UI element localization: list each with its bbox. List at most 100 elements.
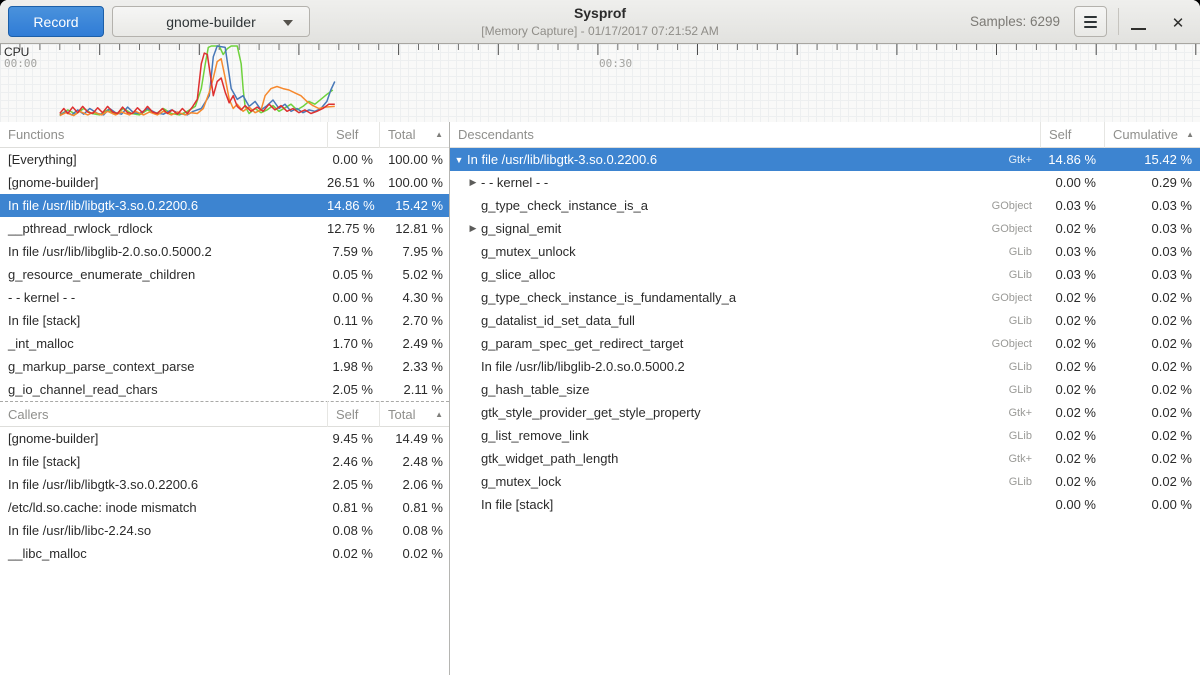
cpu-red-line bbox=[60, 53, 335, 114]
chevron-down-icon bbox=[283, 20, 293, 26]
table-row[interactable]: __pthread_rwlock_rdlock12.75 %12.81 % bbox=[0, 217, 449, 240]
tree-row[interactable]: gtk_widget_path_lengthGtk+0.02 %0.02 % bbox=[450, 447, 1200, 470]
total-value-cell: 2.48 % bbox=[379, 454, 449, 469]
category-badge: GLib bbox=[1009, 430, 1040, 442]
self-value-cell: 0.11 % bbox=[327, 313, 379, 328]
self-column-header[interactable]: Self bbox=[1040, 122, 1104, 148]
tree-row[interactable]: ▶- - kernel - -0.00 %0.29 % bbox=[450, 171, 1200, 194]
table-row[interactable]: g_resource_enumerate_children0.05 %5.02 … bbox=[0, 263, 449, 286]
table-row[interactable]: g_io_channel_read_chars2.05 %2.11 % bbox=[0, 378, 449, 401]
descendant-name-cell: g_signal_emit bbox=[479, 221, 992, 236]
tree-row[interactable]: ▶g_signal_emitGObject0.02 %0.03 % bbox=[450, 217, 1200, 240]
descendant-name-cell: g_type_check_instance_is_a bbox=[479, 198, 992, 213]
record-button[interactable]: Record bbox=[8, 6, 104, 37]
titlebar-titles: Sysprof [Memory Capture] - 01/17/2017 07… bbox=[300, 6, 900, 37]
table-row[interactable]: In file [stack]0.11 %2.70 % bbox=[0, 309, 449, 332]
total-column-header[interactable]: Total ▲ bbox=[379, 122, 449, 148]
caller-name-cell: /etc/ld.so.cache: inode mismatch bbox=[0, 500, 327, 515]
table-row[interactable]: In file /usr/lib/libgtk-3.so.0.2200.614.… bbox=[0, 194, 449, 217]
function-name-cell: g_io_channel_read_chars bbox=[0, 382, 327, 397]
table-row[interactable]: In file /usr/lib/libglib-2.0.so.0.5000.2… bbox=[0, 240, 449, 263]
category-badge: GLib bbox=[1009, 361, 1040, 373]
descendants-column-header[interactable]: Descendants bbox=[450, 122, 1040, 148]
total-column-header[interactable]: Total ▲ bbox=[379, 401, 449, 427]
tree-row[interactable]: g_mutex_unlockGLib0.03 %0.03 % bbox=[450, 240, 1200, 263]
menu-button[interactable] bbox=[1074, 6, 1107, 37]
self-value-cell: 26.51 % bbox=[327, 175, 379, 190]
self-value-cell: 2.05 % bbox=[327, 477, 379, 492]
tree-row[interactable]: g_slice_allocGLib0.03 %0.03 % bbox=[450, 263, 1200, 286]
descendant-name-cell: - - kernel - - bbox=[479, 175, 1032, 190]
self-value-cell: 0.05 % bbox=[327, 267, 379, 282]
functions-column-header[interactable]: Functions bbox=[0, 122, 327, 148]
hamburger-icon bbox=[1084, 16, 1097, 18]
function-name-cell: g_resource_enumerate_children bbox=[0, 267, 327, 282]
table-row[interactable]: [gnome-builder]26.51 %100.00 % bbox=[0, 171, 449, 194]
self-column-header[interactable]: Self bbox=[327, 401, 379, 427]
descendant-name-cell: g_slice_alloc bbox=[479, 267, 1009, 282]
caller-name-cell: [gnome-builder] bbox=[0, 431, 327, 446]
self-value-cell: 0.02 % bbox=[1040, 221, 1104, 236]
functions-list: [Everything]0.00 %100.00 %[gnome-builder… bbox=[0, 148, 449, 401]
self-value-cell: 9.45 % bbox=[327, 431, 379, 446]
total-value-cell: 100.00 % bbox=[379, 152, 449, 167]
tree-row[interactable]: g_type_check_instance_is_aGObject0.03 %0… bbox=[450, 194, 1200, 217]
self-value-cell: 1.70 % bbox=[327, 336, 379, 351]
tree-row[interactable]: g_datalist_id_set_data_fullGLib0.02 %0.0… bbox=[450, 309, 1200, 332]
descendant-name-cell: g_mutex_unlock bbox=[479, 244, 1009, 259]
cumulative-value-cell: 0.02 % bbox=[1104, 290, 1200, 305]
window-subtitle: [Memory Capture] - 01/17/2017 07:21:52 A… bbox=[300, 25, 900, 37]
tree-row[interactable]: g_list_remove_linkGLib0.02 %0.02 % bbox=[450, 424, 1200, 447]
expander-collapsed-icon[interactable]: ▶ bbox=[467, 177, 479, 188]
descendant-name-cell: g_list_remove_link bbox=[479, 428, 1009, 443]
expander-collapsed-icon[interactable]: ▶ bbox=[467, 223, 479, 234]
target-select-dropdown[interactable]: gnome-builder bbox=[112, 6, 310, 37]
tree-row[interactable]: g_hash_table_sizeGLib0.02 %0.02 % bbox=[450, 378, 1200, 401]
tree-row[interactable]: g_type_check_instance_is_fundamentally_a… bbox=[450, 286, 1200, 309]
minimize-button[interactable] bbox=[1124, 10, 1152, 36]
descendant-name-cell: In file /usr/lib/libgtk-3.so.0.2200.6 bbox=[465, 152, 1008, 167]
descendant-name-cell: In file [stack] bbox=[479, 497, 1032, 512]
category-badge: GLib bbox=[1009, 315, 1040, 327]
callers-column-header[interactable]: Callers bbox=[0, 401, 327, 427]
self-value-cell: 0.02 % bbox=[1040, 405, 1104, 420]
descendant-name-cell: g_datalist_id_set_data_full bbox=[479, 313, 1009, 328]
table-row[interactable]: _int_malloc1.70 %2.49 % bbox=[0, 332, 449, 355]
total-value-cell: 7.95 % bbox=[379, 244, 449, 259]
function-name-cell: In file /usr/lib/libglib-2.0.so.0.5000.2 bbox=[0, 244, 327, 259]
table-row[interactable]: g_markup_parse_context_parse1.98 %2.33 % bbox=[0, 355, 449, 378]
table-row[interactable]: [gnome-builder]9.45 %14.49 % bbox=[0, 427, 449, 450]
tree-row[interactable]: g_param_spec_get_redirect_targetGObject0… bbox=[450, 332, 1200, 355]
table-row[interactable]: [Everything]0.00 %100.00 % bbox=[0, 148, 449, 171]
tree-row[interactable]: In file [stack]0.00 %0.00 % bbox=[450, 493, 1200, 516]
function-name-cell: __pthread_rwlock_rdlock bbox=[0, 221, 327, 236]
samples-count: Samples: 6299 bbox=[970, 14, 1060, 29]
table-row[interactable]: - - kernel - -0.00 %4.30 % bbox=[0, 286, 449, 309]
self-column-header[interactable]: Self bbox=[327, 122, 379, 148]
caller-name-cell: In file /usr/lib/libgtk-3.so.0.2200.6 bbox=[0, 477, 327, 492]
function-name-cell: - - kernel - - bbox=[0, 290, 327, 305]
tree-row[interactable]: g_mutex_lockGLib0.02 %0.02 % bbox=[450, 470, 1200, 493]
cumulative-value-cell: 0.02 % bbox=[1104, 382, 1200, 397]
cpu-usage-graph[interactable]: CPU 00:00 00:30 bbox=[0, 44, 1200, 123]
table-row[interactable]: In file /usr/lib/libgtk-3.so.0.2200.62.0… bbox=[0, 473, 449, 496]
cumulative-value-cell: 0.03 % bbox=[1104, 221, 1200, 236]
table-row[interactable]: In file /usr/lib/libc-2.24.so0.08 %0.08 … bbox=[0, 519, 449, 542]
close-button[interactable]: ✕ bbox=[1166, 11, 1190, 35]
self-value-cell: 0.00 % bbox=[327, 152, 379, 167]
tree-row[interactable]: In file /usr/lib/libglib-2.0.so.0.5000.2… bbox=[450, 355, 1200, 378]
table-row[interactable]: In file [stack]2.46 %2.48 % bbox=[0, 450, 449, 473]
category-badge: GObject bbox=[992, 200, 1040, 212]
total-value-cell: 15.42 % bbox=[379, 198, 449, 213]
cumulative-column-header[interactable]: Cumulative ▲ bbox=[1104, 122, 1200, 148]
table-row[interactable]: __libc_malloc0.02 %0.02 % bbox=[0, 542, 449, 565]
self-value-cell: 0.02 % bbox=[1040, 336, 1104, 351]
tree-row[interactable]: gtk_style_provider_get_style_propertyGtk… bbox=[450, 401, 1200, 424]
tree-row[interactable]: ▼In file /usr/lib/libgtk-3.so.0.2200.6Gt… bbox=[450, 148, 1200, 171]
total-value-cell: 12.81 % bbox=[379, 221, 449, 236]
self-value-cell: 0.81 % bbox=[327, 500, 379, 515]
table-row[interactable]: /etc/ld.so.cache: inode mismatch0.81 %0.… bbox=[0, 496, 449, 519]
descendant-name-cell: g_type_check_instance_is_fundamentally_a bbox=[479, 290, 992, 305]
expander-expanded-icon[interactable]: ▼ bbox=[453, 155, 465, 165]
sort-ascending-icon: ▲ bbox=[429, 130, 443, 139]
